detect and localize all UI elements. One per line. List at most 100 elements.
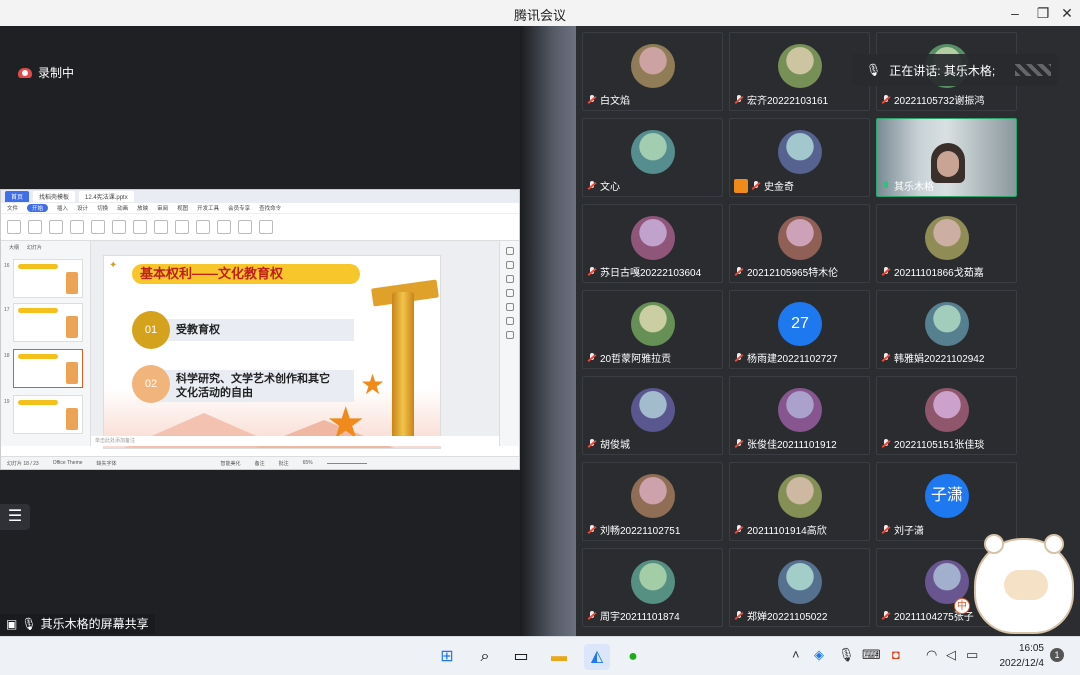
wps-menu-slideshow[interactable]: 放映 bbox=[137, 204, 148, 212]
search-icon[interactable]: ⌕ bbox=[472, 644, 498, 670]
wps-menu-animation[interactable]: 动画 bbox=[117, 204, 128, 212]
wps-menu-view[interactable]: 视图 bbox=[177, 204, 188, 212]
minimize-button[interactable]: – bbox=[1000, 0, 1030, 26]
participant-tile[interactable]: 20211101914高欣 bbox=[729, 462, 870, 541]
outline-tab[interactable]: 大纲 bbox=[9, 244, 19, 251]
participant-name: 20212105965特木伦 bbox=[747, 268, 839, 279]
notification-badge[interactable]: 1 bbox=[1050, 648, 1064, 662]
slide-thumbnail[interactable] bbox=[13, 259, 83, 298]
participant-tile[interactable]: 郑婵20221105022 bbox=[729, 548, 870, 627]
windows-start-icon[interactable]: ⊞ bbox=[434, 644, 460, 670]
wps-tab-document[interactable]: 12.4宪法课.pptx bbox=[79, 191, 134, 202]
slide-thumbnail[interactable] bbox=[13, 395, 83, 434]
wps-menu-review[interactable]: 审阅 bbox=[157, 204, 168, 212]
panel-divider[interactable] bbox=[520, 26, 576, 636]
input-method-icon[interactable]: ⌨ bbox=[862, 647, 881, 663]
paragraph-icon[interactable] bbox=[154, 220, 168, 234]
mic-muted-icon bbox=[734, 610, 744, 621]
participant-tile[interactable]: 宏齐20222103161 bbox=[729, 32, 870, 111]
participant-tile[interactable]: 苏日古嘎20222103604 bbox=[582, 204, 723, 283]
menu-icon[interactable]: ☰ bbox=[0, 504, 30, 530]
close-button[interactable]: ✕ bbox=[1052, 0, 1080, 26]
tool-icon[interactable] bbox=[505, 275, 514, 283]
tool-icon[interactable] bbox=[505, 331, 514, 339]
participant-tile[interactable]: 其乐木格 bbox=[876, 118, 1017, 197]
wps-tab-home[interactable]: 首页 bbox=[5, 191, 30, 202]
participant-tile[interactable]: 周宇20211101874 bbox=[582, 548, 723, 627]
participant-label: 张俊佳20211101912 bbox=[734, 436, 837, 451]
arrange-icon[interactable] bbox=[217, 220, 231, 234]
tencent-meeting-icon[interactable]: ◭ bbox=[584, 644, 610, 670]
ime-badge[interactable]: 中 bbox=[954, 598, 970, 614]
volume-icon[interactable]: ◁ bbox=[946, 647, 956, 663]
wps-menu-design[interactable]: 设计 bbox=[77, 204, 88, 212]
participant-tile[interactable]: 史金奇 bbox=[729, 118, 870, 197]
find-icon[interactable] bbox=[238, 220, 252, 234]
mic-muted-icon bbox=[751, 180, 761, 191]
participant-tile[interactable]: 张俊佳20211101912 bbox=[729, 376, 870, 455]
select-icon[interactable] bbox=[259, 220, 273, 234]
participant-tile[interactable]: 胡俊城 bbox=[582, 376, 723, 455]
file-explorer-icon[interactable]: ▬ bbox=[546, 644, 572, 670]
tool-icon[interactable] bbox=[505, 247, 514, 255]
participant-label: 20211101866戈茹嘉 bbox=[881, 264, 984, 279]
participant-tile[interactable]: 韩雅娟20221102942 bbox=[876, 290, 1017, 369]
wps-menu-insert[interactable]: 插入 bbox=[57, 204, 68, 212]
bear-ear bbox=[984, 534, 1004, 554]
wps-menu-search[interactable]: 查找命令 bbox=[259, 204, 281, 212]
layout-icon[interactable] bbox=[91, 220, 105, 234]
microphone-icon[interactable]: 🎙 bbox=[838, 647, 855, 663]
security-icon[interactable]: ◈ bbox=[814, 647, 824, 663]
wifi-icon[interactable]: ◠ bbox=[926, 647, 937, 663]
participant-tile[interactable]: 子潇 刘子潇 bbox=[876, 462, 1017, 541]
participant-tile[interactable]: 27 杨雨建20221102727 bbox=[729, 290, 870, 369]
participant-tile[interactable]: 20212105965特木伦 bbox=[729, 204, 870, 283]
recording-indicator[interactable]: 录制中 bbox=[18, 64, 74, 81]
participant-name: 胡俊城 bbox=[600, 440, 630, 451]
zoom-slider[interactable] bbox=[326, 462, 367, 464]
bold-icon[interactable] bbox=[133, 220, 147, 234]
speaker-notes[interactable]: 单击此处添加备注 bbox=[91, 436, 501, 446]
participant-tile[interactable]: 20211101866戈茹嘉 bbox=[876, 204, 1017, 283]
format-painter-icon[interactable] bbox=[28, 220, 42, 234]
tool-icon[interactable] bbox=[505, 317, 514, 325]
participant-tile[interactable]: 白文焰 bbox=[582, 32, 723, 111]
font-icon[interactable] bbox=[112, 220, 126, 234]
participant-name: 白文焰 bbox=[600, 96, 630, 107]
tool-icon[interactable] bbox=[505, 261, 514, 269]
smart-beautify[interactable]: 智能美化 bbox=[221, 460, 241, 467]
participant-tile[interactable]: 20哲蒙阿雅拉贡 bbox=[582, 290, 723, 369]
notes-toggle[interactable]: 备注 bbox=[255, 460, 265, 467]
participant-tile[interactable]: 刘畅20221102751 bbox=[582, 462, 723, 541]
mic-muted-icon bbox=[881, 438, 891, 449]
tool-icon[interactable] bbox=[505, 289, 514, 297]
wps-menu-file[interactable]: 文件 bbox=[7, 204, 18, 212]
textbox-icon[interactable] bbox=[175, 220, 189, 234]
task-view-icon[interactable]: ▭ bbox=[508, 644, 534, 670]
missing-font[interactable]: 缺失字体 bbox=[97, 460, 117, 467]
mic-muted-icon bbox=[587, 438, 597, 449]
slides-tab[interactable]: 幻灯片 bbox=[27, 244, 42, 251]
slide-thumbnail[interactable] bbox=[13, 303, 83, 342]
app-tray-icon[interactable]: ◘ bbox=[892, 647, 900, 662]
wps-menu-start[interactable]: 开始 bbox=[27, 204, 49, 212]
system-clock[interactable]: 16:05 2022/12/4 bbox=[990, 641, 1045, 671]
current-slide[interactable]: ✦ 基本权利——文化教育权 受教育权 01 科学研究、文学艺术创作和其它 文化活… bbox=[103, 255, 441, 449]
wps-menu-member[interactable]: 会员专享 bbox=[228, 204, 250, 212]
play-slideshow-icon[interactable] bbox=[49, 220, 63, 234]
wps-tab-template[interactable]: 找稻壳模板 bbox=[33, 191, 76, 202]
wps-menu-dev-tools[interactable]: 开发工具 bbox=[197, 204, 219, 212]
paste-icon[interactable] bbox=[7, 220, 21, 234]
battery-icon[interactable]: ▭ bbox=[966, 647, 978, 663]
participant-tile[interactable]: 文心 bbox=[582, 118, 723, 197]
comments-toggle[interactable]: 批注 bbox=[279, 460, 289, 467]
slide-thumbnail-selected[interactable] bbox=[13, 349, 83, 388]
wps-menu-transition[interactable]: 切换 bbox=[97, 204, 108, 212]
tool-icon[interactable] bbox=[505, 303, 514, 311]
chevron-up-icon[interactable]: ˄ bbox=[792, 647, 800, 662]
shape-icon[interactable] bbox=[196, 220, 210, 234]
wps-ribbon bbox=[1, 214, 519, 241]
wechat-icon[interactable]: ● bbox=[620, 644, 646, 670]
participant-tile[interactable]: 20221105151张佳琰 bbox=[876, 376, 1017, 455]
new-slide-icon[interactable] bbox=[70, 220, 84, 234]
